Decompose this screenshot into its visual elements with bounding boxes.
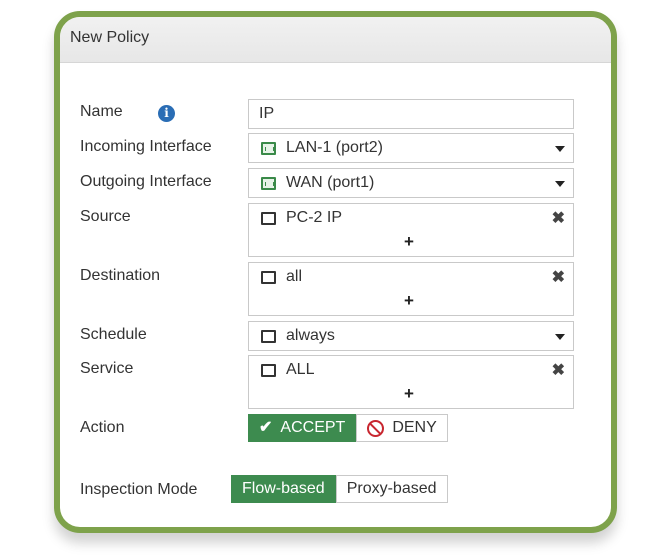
outgoing-interface-value: WAN (port1) (286, 174, 375, 191)
remove-service-icon[interactable]: ✖ (552, 360, 565, 380)
source-field[interactable]: PC-2 IP ✖ + (248, 203, 574, 257)
chevron-down-icon[interactable] (555, 146, 565, 152)
outgoing-interface-select[interactable]: WAN (port1) (248, 168, 574, 198)
accept-button[interactable]: ✔ ACCEPT (248, 414, 357, 442)
flow-based-button[interactable]: Flow-based (231, 475, 336, 503)
name-label: Name i (80, 103, 175, 122)
add-destination-icon[interactable]: + (404, 291, 414, 311)
name-input[interactable]: IP (248, 99, 574, 129)
schedule-value: always (286, 327, 335, 344)
dialog-title: New Policy (70, 29, 150, 46)
service-icon (261, 364, 276, 377)
dialog-titlebar: New Policy (60, 17, 611, 63)
incoming-interface-value: LAN-1 (port2) (286, 139, 383, 156)
address-list-icon (261, 271, 276, 284)
policy-dialog: New Policy Name i IP Incoming Interface … (54, 11, 617, 533)
service-label: Service (80, 360, 134, 377)
deny-button[interactable]: DENY (356, 414, 448, 442)
address-range-icon (261, 212, 276, 225)
action-toggle: ✔ ACCEPT DENY (248, 414, 448, 442)
schedule-icon (261, 330, 276, 343)
info-icon[interactable]: i (158, 105, 175, 122)
action-label: Action (80, 419, 125, 436)
outgoing-interface-label: Outgoing Interface (80, 173, 212, 190)
add-source-icon[interactable]: + (404, 232, 414, 252)
check-icon: ✔ (259, 419, 273, 436)
accept-label: ACCEPT (280, 419, 346, 436)
schedule-select[interactable]: always (248, 321, 574, 351)
destination-field[interactable]: all ✖ + (248, 262, 574, 316)
incoming-interface-label: Incoming Interface (80, 138, 212, 155)
service-value: ALL (286, 361, 315, 378)
port-icon (261, 177, 276, 190)
incoming-interface-select[interactable]: LAN-1 (port2) (248, 133, 574, 163)
inspection-mode-toggle: Flow-based Proxy-based (231, 475, 448, 503)
inspection-mode-label: Inspection Mode (80, 481, 198, 498)
destination-value: all (286, 268, 303, 285)
service-field[interactable]: ALL ✖ + (248, 355, 574, 409)
schedule-label: Schedule (80, 326, 147, 343)
source-value: PC-2 IP (286, 209, 343, 226)
port-icon (261, 142, 276, 155)
remove-source-icon[interactable]: ✖ (552, 208, 565, 228)
proxy-based-button[interactable]: Proxy-based (335, 475, 448, 503)
destination-label: Destination (80, 267, 161, 284)
remove-destination-icon[interactable]: ✖ (552, 267, 565, 287)
name-value: IP (259, 105, 275, 122)
name-label-text: Name (80, 103, 123, 120)
flow-based-label: Flow-based (242, 480, 325, 497)
proxy-based-label: Proxy-based (346, 480, 437, 497)
source-label: Source (80, 208, 131, 225)
deny-label: DENY (392, 419, 437, 436)
deny-icon (367, 419, 385, 437)
add-service-icon[interactable]: + (404, 384, 414, 404)
chevron-down-icon[interactable] (555, 334, 565, 340)
chevron-down-icon[interactable] (555, 181, 565, 187)
